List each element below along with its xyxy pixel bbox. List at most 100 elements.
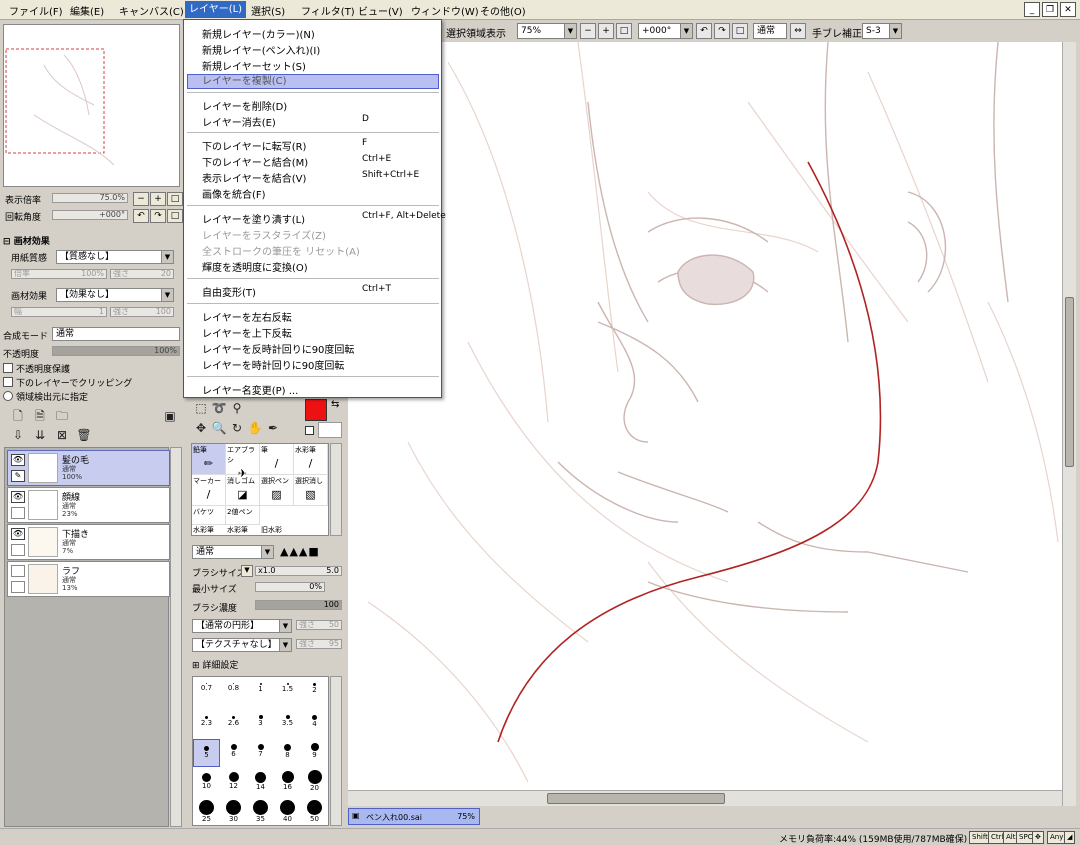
paper-effect-header[interactable]: ⊟ 画材効果 <box>3 234 50 247</box>
visibility-eye-icon[interactable]: 👁 <box>11 454 25 466</box>
navigator-preview[interactable] <box>3 24 180 187</box>
menu-edit[interactable]: 編集(E) <box>70 3 104 18</box>
move-icon[interactable]: ✥ <box>193 420 209 436</box>
drawing-canvas[interactable] <box>348 42 1062 790</box>
flip-button[interactable]: ⇔ <box>790 23 806 39</box>
brush-eraser[interactable]: 消しゴム ◪ <box>226 475 260 506</box>
menu-other[interactable]: その他(O) <box>480 3 526 18</box>
hand-icon[interactable]: ✋ <box>247 420 263 436</box>
brush-size-option[interactable]: 1.5 <box>274 679 301 707</box>
menu-item[interactable]: レイヤーを塗り潰す(L) Ctrl+F, Alt+Delete <box>202 211 446 226</box>
chevron-down-icon[interactable]: ▼ <box>241 565 253 577</box>
min-size-slider[interactable]: 0% <box>255 582 325 592</box>
density-slider[interactable]: 100 <box>255 600 342 610</box>
menu-item[interactable]: 新規レイヤー(ペン入れ)(I) <box>202 42 320 57</box>
zoom-in-button[interactable]: + <box>598 23 614 39</box>
zoom-slider[interactable]: 75.0% <box>52 193 128 203</box>
stabilizer-combo[interactable]: S-3 ▼ <box>862 23 902 39</box>
brush-size-option[interactable]: 30 <box>220 799 247 827</box>
delete-layer-icon[interactable]: 🗑 <box>76 427 92 443</box>
vscroll-thumb[interactable] <box>1065 297 1074 467</box>
brush-size-option[interactable]: 12 <box>220 769 247 797</box>
lasso-icon[interactable]: ➰ <box>211 400 227 416</box>
brush-size-option[interactable]: 0.8 <box>220 679 247 707</box>
restore-icon[interactable]: ❐ <box>1042 2 1058 17</box>
brush-size-option[interactable]: 5 <box>193 739 220 767</box>
rotate-reset-button[interactable]: □ <box>167 209 183 223</box>
visibility-eye-icon[interactable]: 👁 <box>11 491 25 503</box>
effect-width-slider[interactable]: 幅1 <box>11 307 107 317</box>
resize-grip-icon[interactable]: ◢ <box>1064 831 1076 844</box>
brush-size-option[interactable]: 2.6 <box>220 709 247 737</box>
menu-item[interactable]: 輝度を透明度に変換(O) <box>202 259 308 274</box>
menu-item[interactable]: 下のレイヤーに転写(R) F <box>202 138 367 153</box>
paper-texture-dropdown[interactable]: 【質感なし】 ▼ <box>56 250 174 264</box>
brush-size-option[interactable]: 8 <box>274 739 301 767</box>
brush-bucket[interactable]: バケツ <box>192 506 226 525</box>
zoom-reset-button[interactable]: □ <box>616 23 632 39</box>
edit-pen-icon[interactable]: ✎ <box>11 470 25 482</box>
opacity-protect-checkbox[interactable] <box>3 363 13 373</box>
shape-strength-slider[interactable]: 強さ 50 <box>296 620 342 630</box>
menu-item[interactable]: レイヤーを時計回りに90度回転 <box>202 357 344 372</box>
menu-item[interactable]: 自由変形(T) Ctrl+T <box>202 284 391 299</box>
edit-box-icon[interactable] <box>11 507 25 519</box>
layer-item[interactable]: 👁 顔線 通常 23% <box>7 487 170 523</box>
new-pen-layer-icon[interactable]: 🗎 <box>32 408 48 424</box>
primary-color-swatch[interactable] <box>305 399 327 421</box>
rotate-right-button[interactable]: ↷ <box>150 209 166 223</box>
layer-list-scrollbar[interactable] <box>170 447 182 827</box>
zoom-plus-button[interactable]: + <box>150 192 166 206</box>
opacity-slider[interactable]: 100% <box>52 346 180 356</box>
brush-pencil[interactable]: 鉛筆 ✏ <box>192 444 226 475</box>
brush-size-option[interactable]: 20 <box>301 769 328 797</box>
brush-select-pen[interactable]: 選択ペン ▨ <box>260 475 294 506</box>
rotate-cw-button[interactable]: ↷ <box>714 23 730 39</box>
rotate-tool-icon[interactable]: ↻ <box>229 420 245 436</box>
menu-select[interactable]: 選択(S) <box>251 3 285 18</box>
blend-mode-dropdown[interactable]: 通常 <box>52 327 180 341</box>
hscroll-thumb[interactable] <box>547 793 725 804</box>
menu-view[interactable]: ビュー(V) <box>358 3 403 18</box>
minimize-icon[interactable]: _ <box>1024 2 1040 17</box>
brush-size-option[interactable]: 25 <box>193 799 220 827</box>
texture-strength-slider[interactable]: 強さ 95 <box>296 639 342 649</box>
edit-box-icon[interactable] <box>11 581 25 593</box>
detail-settings-toggle[interactable]: ⊞ 詳細設定 <box>192 658 238 671</box>
brush-edge-shapes[interactable]: ▲▲▲■ <box>280 545 320 558</box>
clear-layer-icon[interactable]: ⊠ <box>54 427 70 443</box>
brush-size-option[interactable]: 16 <box>274 769 301 797</box>
menu-item[interactable]: レイヤーを複製(C) <box>187 74 439 89</box>
layer-item[interactable]: 👁 ✎ 髪の毛 通常 100% <box>7 450 170 486</box>
vertical-scrollbar[interactable] <box>1062 42 1076 806</box>
brush-airbrush[interactable]: エアブラシ ✈ <box>226 444 260 480</box>
brush-select-erase[interactable]: 選択消し ▧ <box>294 475 328 506</box>
secondary-color-swatch[interactable] <box>318 422 342 438</box>
brush-brush[interactable]: 筆 / <box>260 444 294 475</box>
zoom-fit-button[interactable]: □ <box>167 192 183 206</box>
menu-item[interactable]: 新規レイヤーセット(S) <box>202 58 306 73</box>
brush-marker[interactable]: マーカー / <box>192 475 226 506</box>
horizontal-scrollbar[interactable] <box>348 790 1062 806</box>
layer-mask-icon[interactable]: ▣ <box>162 408 178 424</box>
zoom-out-button[interactable]: − <box>580 23 596 39</box>
menu-filter[interactable]: フィルタ(T) <box>301 3 355 18</box>
document-tab[interactable]: ▣ ペン入れ00.sai 75% <box>348 808 480 825</box>
brush-size-slider[interactable]: x1.0 5.0 <box>255 566 342 576</box>
merge-down-icon[interactable]: ⇊ <box>32 427 48 443</box>
layer-item[interactable]: 👁 下描き 通常 7% <box>7 524 170 560</box>
rotate-ccw-button[interactable]: ↶ <box>696 23 712 39</box>
brush-old-watercolor[interactable]: 旧水彩 <box>260 524 294 536</box>
brush-size-option[interactable]: 50 <box>301 799 328 827</box>
eyedropper-icon[interactable]: ✒ <box>265 420 281 436</box>
rect-select-icon[interactable]: ⬚ <box>193 400 209 416</box>
swap-colors-icon[interactable]: ⇆ <box>331 399 339 410</box>
rotation-combo[interactable]: +000° ▼ <box>638 23 693 39</box>
menu-item[interactable]: レイヤー消去(E) D <box>202 114 369 129</box>
edit-box-icon[interactable] <box>11 544 25 556</box>
brush-size-option[interactable]: 2 <box>301 679 328 707</box>
brush-texture-dropdown[interactable]: 【テクスチャなし】 ▼ <box>192 638 292 652</box>
clipping-checkbox[interactable] <box>3 377 13 387</box>
visibility-box-icon[interactable] <box>11 565 25 577</box>
brush-binary-pen[interactable]: 2値ペン <box>226 506 260 525</box>
